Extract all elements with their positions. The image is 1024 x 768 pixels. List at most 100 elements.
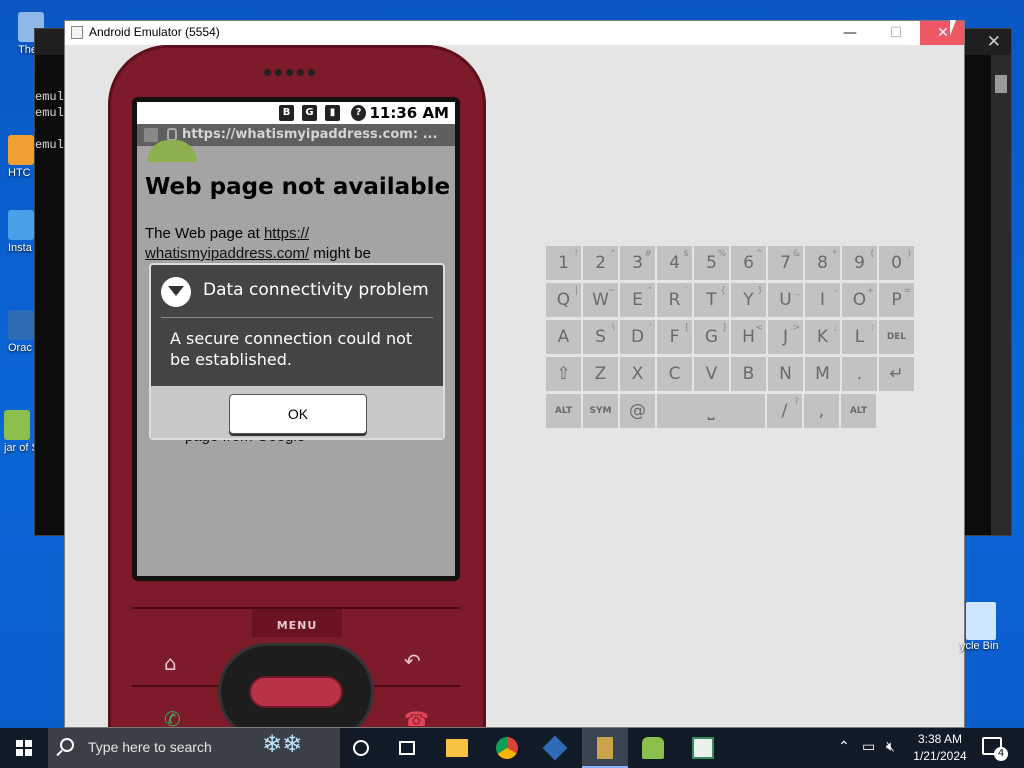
end-call-icon[interactable]: ☎ bbox=[404, 707, 430, 727]
keypad-divider bbox=[342, 607, 460, 609]
key-4-5[interactable]: , bbox=[804, 394, 839, 428]
url-text[interactable]: https://whatismyipaddress.com: ... bbox=[182, 127, 437, 142]
chevron-up-icon[interactable]: ⌃ bbox=[838, 738, 850, 755]
key-shift-label: ! bbox=[574, 249, 578, 259]
start-button[interactable] bbox=[0, 728, 48, 768]
key-2-4[interactable]: G] bbox=[694, 320, 729, 354]
task-view-icon bbox=[399, 741, 415, 755]
speaker-grille bbox=[264, 61, 328, 76]
folder-icon bbox=[446, 739, 468, 757]
key-shift-label: } bbox=[757, 286, 763, 296]
file-explorer-button[interactable] bbox=[434, 728, 480, 768]
key-2-6[interactable]: J > bbox=[768, 320, 803, 354]
ok-button[interactable]: OK bbox=[229, 394, 367, 434]
key-shift-label: < bbox=[755, 323, 763, 333]
key-4-1[interactable]: SYM bbox=[583, 394, 618, 428]
key-4-0[interactable]: ALT bbox=[546, 394, 581, 428]
snowflake-icon: ❄❄ bbox=[262, 730, 303, 758]
windows-logo-icon bbox=[16, 740, 32, 756]
desktop-icon-htc[interactable]: HTC bbox=[8, 135, 34, 179]
key-2-9[interactable]: DEL bbox=[879, 320, 914, 354]
key-4-4[interactable]: /? bbox=[767, 394, 802, 428]
key-shift-label: ; bbox=[833, 323, 837, 333]
back-icon[interactable]: ↶ bbox=[404, 649, 430, 673]
page-body: The Web page at https:// whatismyipaddre… bbox=[145, 225, 371, 262]
taskbar-search[interactable]: Type here to search ❄❄ bbox=[48, 728, 340, 768]
key-shift-label: ] bbox=[722, 323, 726, 333]
key-3-1[interactable]: Z bbox=[583, 357, 618, 391]
emulator-keyboard: 1! 2 " 3 #4 $5% 6 ^ 7 & 8 * 9(0) Q | W ~ E " R ` T{Y} U _ I - O + P =… bbox=[546, 246, 914, 428]
key-3-7[interactable]: M bbox=[805, 357, 840, 391]
page-heading: Web page not available bbox=[145, 174, 451, 200]
key-1-9[interactable]: P = bbox=[879, 283, 914, 317]
notepad-button[interactable] bbox=[680, 728, 726, 768]
cortana-button[interactable] bbox=[338, 728, 384, 768]
signal-icon: ▮ bbox=[325, 105, 340, 121]
app-icon bbox=[8, 135, 34, 165]
virtualbox-button[interactable] bbox=[532, 728, 578, 768]
key-2-0[interactable]: A bbox=[546, 320, 581, 354]
minimize-button[interactable]: — bbox=[827, 21, 873, 45]
key-shift-label: ' bbox=[649, 323, 652, 333]
virtualbox-icon bbox=[542, 735, 568, 761]
key-3-4[interactable]: V bbox=[694, 357, 729, 391]
key-shift-label: ) bbox=[907, 249, 911, 259]
window-title: Android Emulator (5554) bbox=[89, 25, 220, 39]
taskbar-clock[interactable]: 3:38 AM 1/21/2024 bbox=[912, 731, 968, 768]
maximize-button[interactable]: ☐ bbox=[873, 21, 919, 45]
key-3-3[interactable]: C bbox=[657, 357, 692, 391]
key-shift-label: - bbox=[833, 286, 837, 296]
mouse-cursor bbox=[950, 20, 956, 36]
key-3-2[interactable]: X bbox=[620, 357, 655, 391]
virtualbox-icon bbox=[8, 310, 34, 340]
dialog-message: A secure connection could not be establi… bbox=[170, 329, 413, 369]
page-link-continued[interactable]: whatismyipaddress.com/ bbox=[145, 245, 309, 262]
key-2-2[interactable]: D ' bbox=[620, 320, 655, 354]
key-2-5[interactable]: H < bbox=[731, 320, 766, 354]
call-icon[interactable]: ✆ bbox=[164, 707, 190, 727]
key-shift-label: \ bbox=[611, 323, 615, 333]
key-4-3[interactable]: ⎵ bbox=[657, 394, 765, 428]
key-3-9[interactable]: ↵ bbox=[879, 357, 914, 391]
volume-icon[interactable]: 🔇︎ bbox=[886, 738, 895, 755]
home-icon[interactable]: ⌂ bbox=[164, 651, 186, 675]
key-shift-label: * bbox=[832, 249, 838, 259]
console-line: emul bbox=[35, 90, 64, 104]
key-1-0[interactable]: Q | bbox=[546, 283, 581, 317]
close-icon[interactable]: ✕ bbox=[987, 32, 1001, 52]
dpad-center-button[interactable] bbox=[249, 676, 343, 708]
key-shift-label: ? bbox=[794, 397, 799, 407]
key-2-7[interactable]: K; bbox=[805, 320, 840, 354]
task-view-button[interactable] bbox=[384, 728, 430, 768]
status-bar: B G ▮ ? 11:36 AM bbox=[137, 102, 455, 124]
key-shift-label: ` bbox=[684, 286, 690, 296]
emulator-titlebar[interactable]: Android Emulator (5554) — ☐ ✕ bbox=[65, 21, 964, 45]
app-icon bbox=[8, 210, 34, 240]
dpad[interactable] bbox=[218, 643, 374, 727]
taskbar: Type here to search ❄❄ ⌃ ▭ 🔇︎ 3:38 AM 1/… bbox=[0, 728, 1024, 768]
desktop-icon-recycle-bin[interactable]: ycle Bin bbox=[960, 602, 999, 652]
scrollbar-thumb[interactable] bbox=[995, 75, 1007, 93]
key-2-8[interactable]: L: bbox=[842, 320, 877, 354]
key-3-8[interactable]: . bbox=[842, 357, 877, 391]
key-shift-label: > bbox=[792, 323, 800, 333]
close-button[interactable]: ✕ bbox=[920, 21, 964, 45]
key-3-5[interactable]: B bbox=[731, 357, 766, 391]
menu-button[interactable]: MENU bbox=[252, 607, 342, 637]
console-scrollbar[interactable] bbox=[991, 55, 1011, 535]
key-4-6[interactable]: ALT bbox=[841, 394, 876, 428]
key-4-2[interactable]: @ bbox=[620, 394, 655, 428]
refresh-icon[interactable] bbox=[144, 128, 158, 142]
android-icon bbox=[4, 410, 30, 440]
key-2-3[interactable]: F[ bbox=[657, 320, 692, 354]
network-icon[interactable]: ▭ bbox=[862, 738, 875, 755]
android-taskbar-button[interactable] bbox=[630, 728, 676, 768]
key-2-1[interactable]: S \ bbox=[583, 320, 618, 354]
emulator-icon bbox=[597, 737, 613, 759]
key-3-0[interactable]: ⇧ bbox=[546, 357, 581, 391]
page-link[interactable]: https:// bbox=[264, 225, 309, 242]
chrome-button[interactable] bbox=[484, 728, 530, 768]
clock-date: 1/21/2024 bbox=[913, 749, 967, 763]
emulator-taskbar-button[interactable] bbox=[582, 728, 628, 768]
key-shift-label: " bbox=[610, 249, 615, 259]
